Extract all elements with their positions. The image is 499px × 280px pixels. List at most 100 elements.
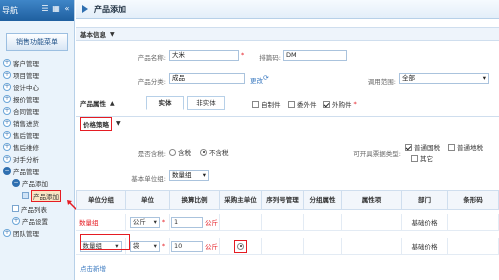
self-made-checkbox[interactable]: 自制件	[252, 99, 281, 109]
col-header: 单位分组	[76, 190, 126, 210]
change-link[interactable]: 更改	[250, 75, 263, 85]
list-icon[interactable]: ☰	[41, 5, 49, 13]
add-row-link[interactable]: 点击新增	[80, 263, 106, 273]
collapse-icon[interactable]: −	[12, 178, 20, 187]
col-header: 换算比例	[170, 190, 220, 210]
purchased-checkbox[interactable]: 外购件 *	[323, 99, 357, 109]
sidebar-item-competitor[interactable]: + 对手分析	[3, 153, 39, 164]
dropdown-arrow-icon: ▾	[153, 241, 157, 250]
sidebar-item-sales-stock[interactable]: + 销售进货	[3, 117, 39, 128]
invoice-national-checkbox[interactable]: 普通国税	[405, 142, 440, 152]
basic-info-header[interactable]: 基本信息 ▼	[76, 27, 499, 41]
tab-real[interactable]: 实体	[146, 96, 184, 110]
tax-inclusive-radio[interactable]: 含税	[169, 147, 191, 157]
invoice-other-checkbox[interactable]: 其它	[411, 153, 433, 163]
serial-cell[interactable]	[262, 214, 304, 231]
table-header: 单位分组 单位 换算比例 采购主单位 序列号管理 分组属性 属性项 部门 条形码	[76, 190, 499, 210]
col-header: 单位	[126, 190, 170, 210]
table-row: 数量组 公斤 ▾ * 1 公斤 基础价格	[76, 214, 499, 231]
purchase-main-unit-cell[interactable]	[220, 214, 262, 231]
sidebar-item-contract[interactable]: + 合同管理	[3, 105, 39, 116]
serial-cell[interactable]	[262, 238, 304, 255]
dropdown-arrow-icon: ▾	[482, 74, 486, 82]
code-label: 排篇码:	[259, 54, 281, 62]
outsourced-checkbox[interactable]: 委外件	[288, 99, 317, 109]
expand-icon[interactable]: +	[3, 58, 11, 67]
sidebar-header: 导航 ☰ ▦ «	[0, 0, 74, 21]
grid-icon[interactable]: ▦	[52, 5, 60, 13]
unit-cell[interactable]: 袋 ▾ *	[126, 238, 170, 255]
main-panel: 产品添加 基本信息 ▼ 产品名称: 大米 * 排篇码: DM 产品分类: 成品 …	[76, 0, 499, 280]
collapse-icon[interactable]: −	[3, 166, 11, 175]
invoice-label: 可开具票据类型:	[353, 150, 401, 158]
dropdown-arrow-icon: ▾	[202, 171, 206, 179]
sidebar-item-product-list[interactable]: 产品列表	[12, 203, 47, 214]
group-attr-cell[interactable]	[304, 214, 342, 231]
sidebar-item-team[interactable]: + 团队管理	[3, 227, 39, 238]
purchase-main-unit-radio[interactable]	[237, 242, 244, 250]
page-title-bar: 产品添加	[76, 0, 499, 19]
sidebar-item-quote[interactable]: + 报价管理	[3, 93, 39, 104]
caret-down-icon: ▼	[110, 30, 115, 38]
expand-icon[interactable]: +	[3, 94, 11, 103]
invoice-local-checkbox[interactable]: 普通地税	[448, 142, 483, 152]
attr-item-cell[interactable]	[342, 214, 402, 231]
sidebar-item-aftersales[interactable]: + 售后管理	[3, 129, 39, 140]
sidebar-item-product[interactable]: − 产品管理	[3, 165, 39, 176]
refresh-icon[interactable]: ⟳	[263, 74, 269, 82]
sidebar-item-project[interactable]: + 项目管理	[3, 69, 39, 80]
attr-item-cell[interactable]	[342, 238, 402, 255]
pricing-title: 价格策略	[80, 116, 112, 131]
table-row: 数量组 ▾ 袋 ▾ * 10 公斤 基础价格	[76, 238, 499, 255]
expand-icon[interactable]: +	[3, 228, 11, 237]
col-header: 部门	[402, 190, 448, 210]
tax-label: 是否含税:	[137, 150, 166, 158]
expand-icon[interactable]: +	[3, 106, 11, 115]
unit-group-select[interactable]: 数量组 ▾	[169, 170, 209, 181]
expand-icon[interactable]: +	[3, 130, 11, 139]
name-input[interactable]: 大米	[169, 50, 239, 61]
dept-cell: 基础价格	[402, 238, 448, 255]
expand-icon[interactable]: +	[3, 70, 11, 79]
required-mark: *	[241, 51, 245, 59]
tax-exclusive-radio[interactable]: 不含税	[200, 147, 229, 157]
code-input[interactable]: DM	[283, 50, 347, 61]
sidebar-item-product-add[interactable]: 产品添加	[22, 189, 61, 202]
collapse-icon[interactable]: «	[63, 5, 71, 13]
expand-icon[interactable]: +	[3, 82, 11, 91]
menu-title-button[interactable]: 销售功能菜单	[6, 33, 68, 51]
row-group: 数量组	[76, 214, 126, 231]
dept-cell: 基础价格	[402, 214, 448, 231]
sidebar-item-design[interactable]: + 设计中心	[3, 81, 39, 92]
col-header: 采购主单位	[220, 190, 262, 210]
expand-icon[interactable]: +	[12, 216, 20, 225]
purchase-main-unit-cell[interactable]	[220, 238, 262, 255]
barcode-cell[interactable]	[448, 238, 499, 255]
sidebar-item-repair[interactable]: + 售后维修	[3, 141, 39, 152]
ratio-cell[interactable]: 1 公斤	[170, 214, 220, 231]
page-title: 产品添加	[94, 4, 126, 14]
expand-icon[interactable]: +	[3, 154, 11, 163]
expand-icon[interactable]: +	[3, 142, 11, 151]
col-header: 分组属性	[304, 190, 342, 210]
scope-select[interactable]: 全部 ▾	[399, 73, 489, 84]
class-input[interactable]: 成品	[169, 73, 245, 84]
dropdown-arrow-icon: ▾	[153, 217, 157, 226]
sidebar-item-product-settings[interactable]: + 产品设置	[12, 215, 48, 226]
col-header: 属性项	[342, 190, 402, 210]
sidebar-item-customer[interactable]: + 客户管理	[3, 57, 39, 68]
sidebar-item-product-add-group[interactable]: − 产品添加	[12, 177, 48, 188]
pricing-header[interactable]: 价格策略 ▼	[76, 116, 499, 131]
expand-icon[interactable]: +	[3, 118, 11, 127]
highlight-box	[80, 234, 130, 250]
group-attr-cell[interactable]	[304, 238, 342, 255]
barcode-cell[interactable]	[448, 214, 499, 231]
name-label: 产品名称:	[137, 54, 166, 62]
unit-cell[interactable]: 公斤 ▾ *	[126, 214, 170, 231]
col-header: 序列号管理	[262, 190, 304, 210]
arrow-right-icon	[82, 5, 88, 13]
col-header: 条形码	[448, 190, 499, 210]
sidebar-title: 导航	[2, 6, 18, 15]
tab-virtual[interactable]: 非实体	[187, 96, 225, 110]
ratio-cell[interactable]: 10 公斤	[170, 238, 220, 255]
